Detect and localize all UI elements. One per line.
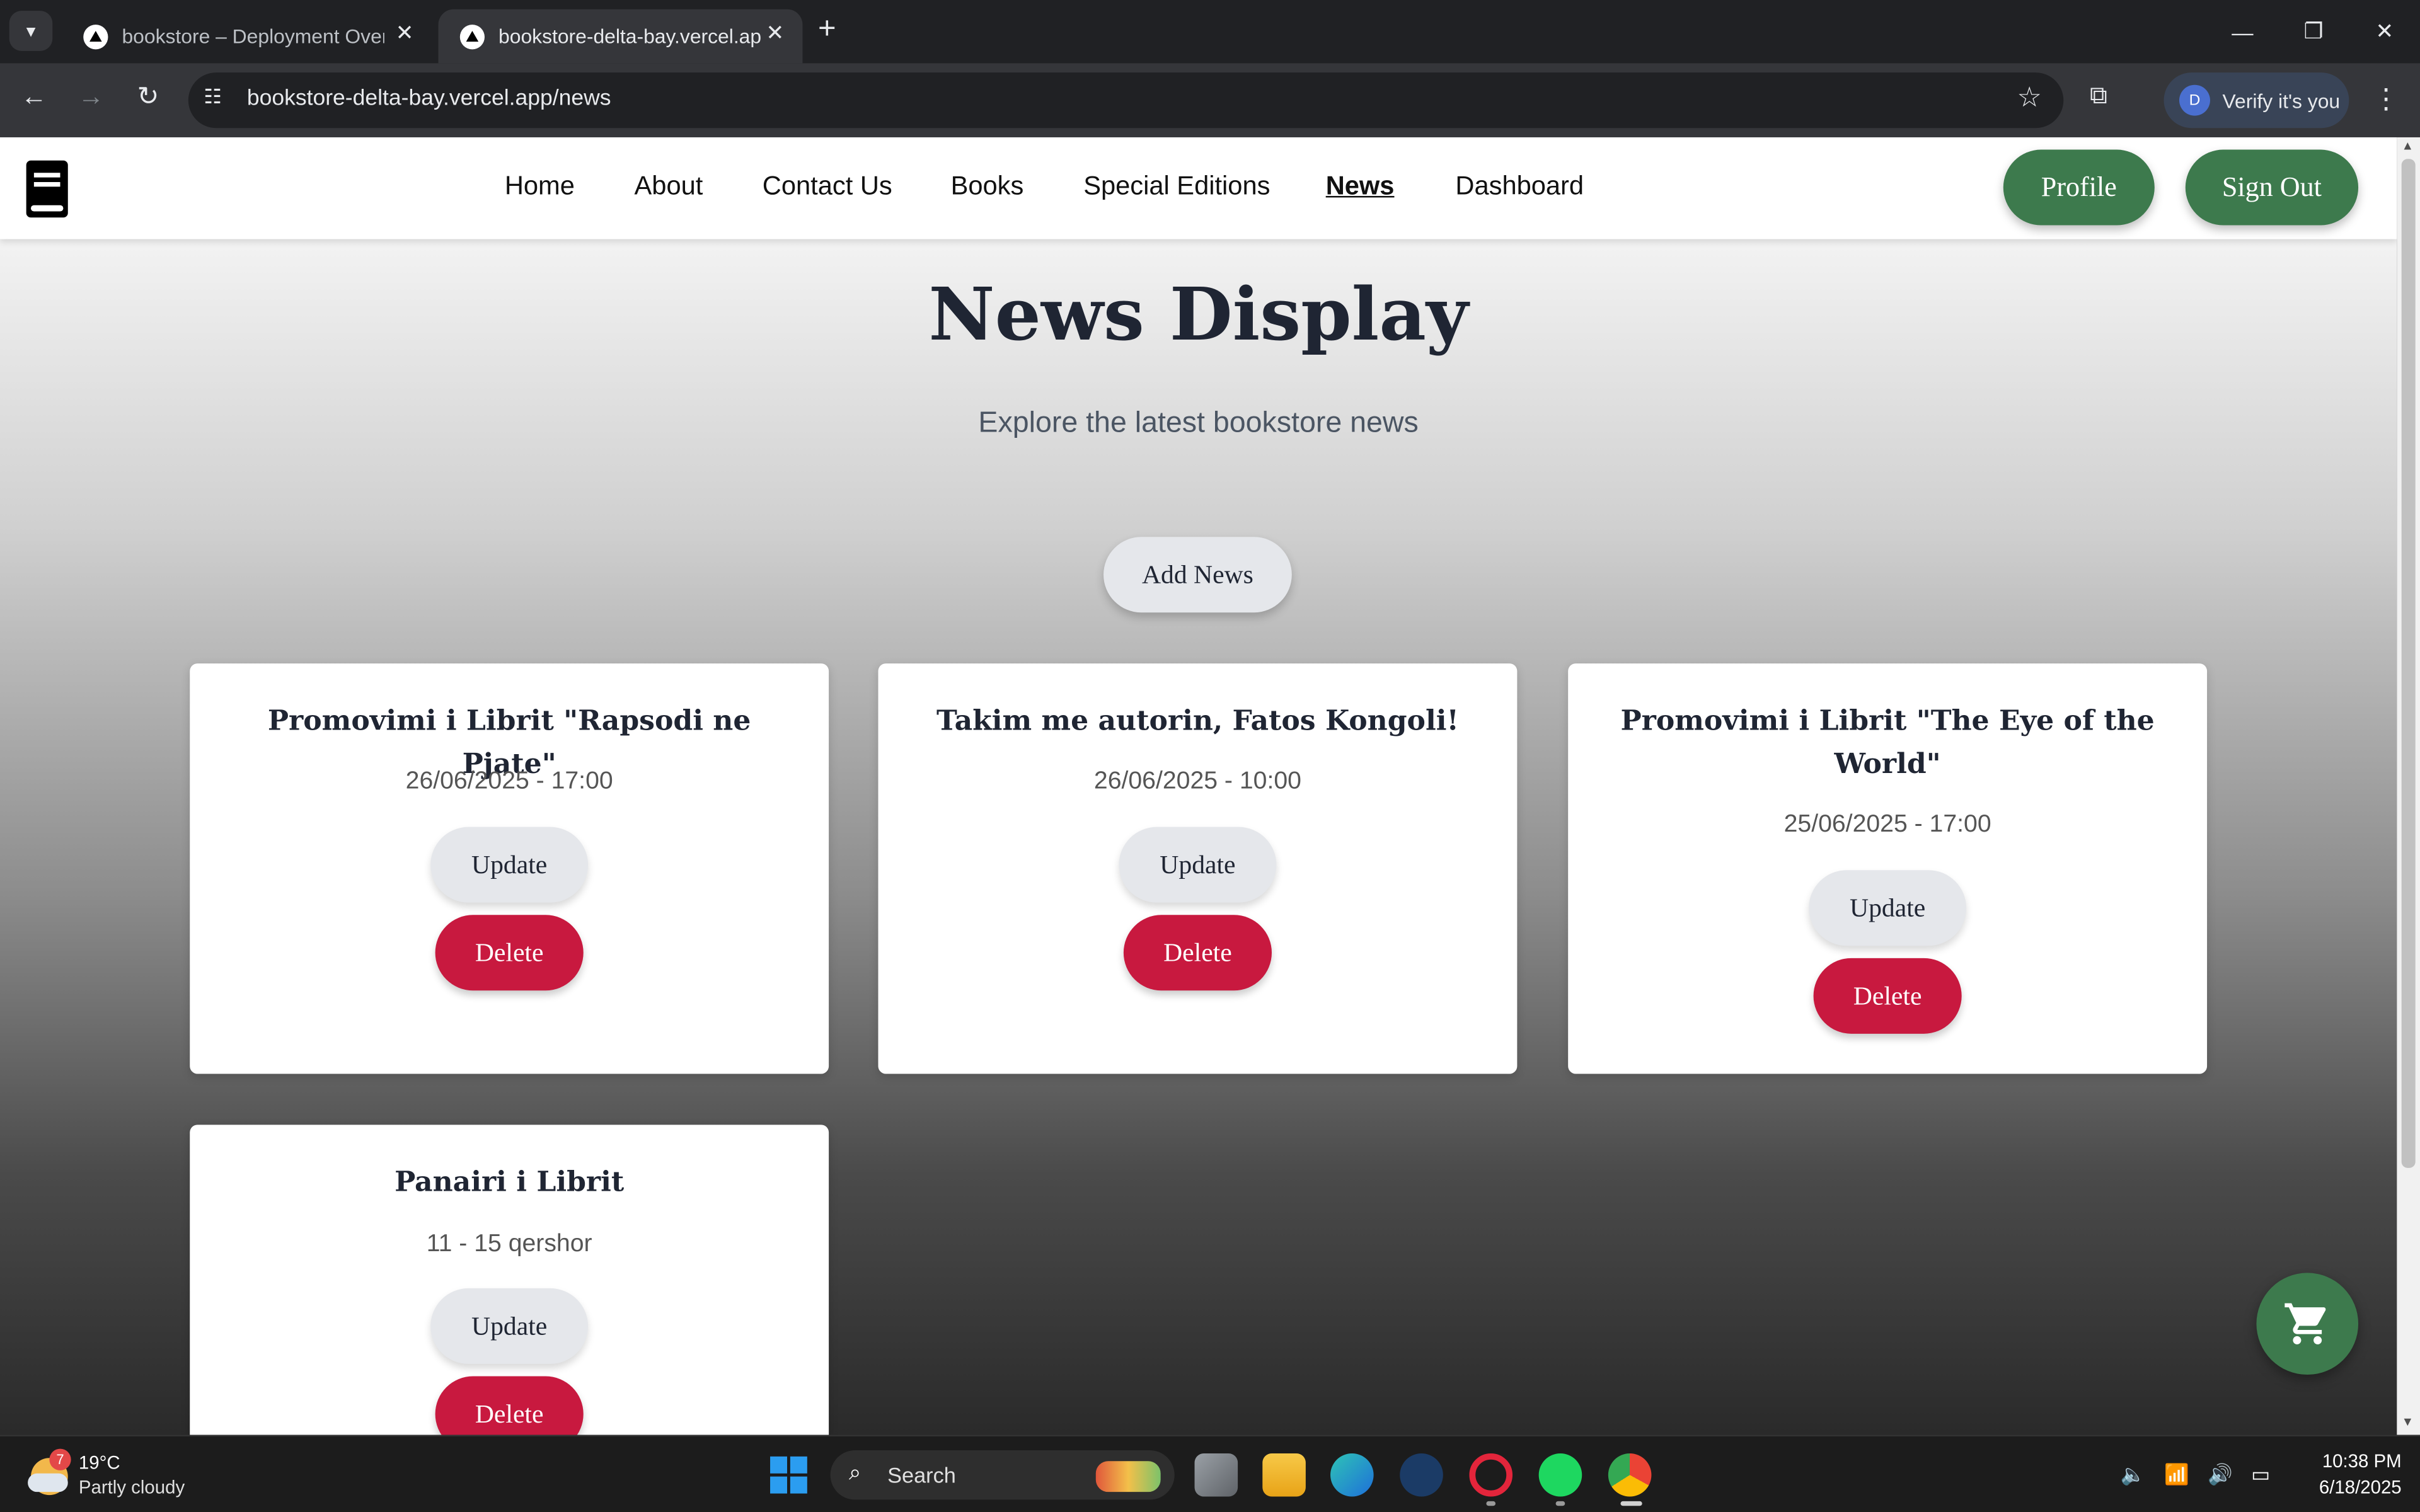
- edge-icon[interactable]: [1330, 1453, 1374, 1497]
- speaker-icon[interactable]: 🔈: [2121, 1463, 2146, 1487]
- delete-button[interactable]: Delete: [435, 1376, 584, 1435]
- vercel-favicon-icon: [459, 23, 485, 49]
- search-highlight-icon: [1095, 1461, 1161, 1492]
- weather-desc: Partly cloudy: [78, 1476, 185, 1498]
- active-indicator: [1620, 1501, 1642, 1506]
- site-navbar: Home About Contact Us Books Special Edit…: [0, 137, 2397, 239]
- browser-toolbar: ← → ↻ ☷ bookstore-delta-bay.vercel.app/n…: [0, 63, 2420, 137]
- steam-icon[interactable]: [1400, 1453, 1443, 1497]
- nav-news-link[interactable]: News: [1326, 171, 1395, 202]
- screen: ▾ bookstore – Deployment Overview ✕ book…: [0, 0, 2420, 1512]
- restore-icon[interactable]: ❐: [2278, 0, 2349, 63]
- system-tray: 🔈 📶 🔊 ▭: [2121, 1463, 2270, 1487]
- tab-deployment-overview[interactable]: bookstore – Deployment Overview ✕: [62, 9, 432, 64]
- update-button[interactable]: Update: [1119, 827, 1277, 903]
- add-news-button[interactable]: Add News: [1103, 537, 1292, 613]
- browser-tab-strip: ▾ bookstore – Deployment Overview ✕ book…: [0, 0, 2420, 64]
- window-controls: — ❐ ✕: [2207, 0, 2420, 63]
- site-info-icon[interactable]: ☷: [204, 85, 222, 110]
- news-card: Promovimi i Librit "The Eye of the World…: [1568, 663, 2208, 1074]
- scroll-down-icon[interactable]: ▼: [2402, 1415, 2414, 1429]
- news-date: 11 - 15 qershor: [426, 1231, 592, 1257]
- delete-button[interactable]: Delete: [1123, 915, 1272, 991]
- shopping-cart-icon: [2285, 1303, 2326, 1344]
- taskbar-search[interactable]: ⌕ Search: [830, 1450, 1175, 1500]
- volume-icon[interactable]: 🔊: [2208, 1463, 2233, 1487]
- weather-widget[interactable]: 7 19°C Partly cloudy: [28, 1448, 197, 1504]
- page-subtitle: Explore the latest bookstore news: [978, 407, 1419, 440]
- update-button[interactable]: Update: [430, 1288, 589, 1364]
- task-view-icon[interactable]: [1194, 1453, 1238, 1497]
- nav-books-link[interactable]: Books: [951, 171, 1024, 202]
- tab-search-button[interactable]: ▾: [9, 11, 53, 51]
- verify-label: Verify it's you: [2222, 88, 2341, 112]
- nav-about-link[interactable]: About: [635, 171, 703, 202]
- wifi-icon[interactable]: 📶: [2164, 1463, 2189, 1487]
- close-icon[interactable]: ✕: [396, 20, 414, 47]
- weather-temp: 19°C: [78, 1452, 120, 1474]
- new-tab-icon[interactable]: +: [818, 13, 836, 48]
- windows-taskbar: 7 19°C Partly cloudy ⌕ Search 🔈 📶 🔊 ▭ 10…: [0, 1435, 2420, 1512]
- windows-start-icon[interactable]: [770, 1456, 807, 1494]
- search-label: Search: [887, 1462, 956, 1487]
- tab-title: bookstore – Deployment Overview: [122, 25, 384, 48]
- file-explorer-icon[interactable]: [1262, 1453, 1306, 1497]
- sign-out-button[interactable]: Sign Out: [2185, 149, 2359, 226]
- bookmark-star-icon[interactable]: ☆: [2017, 82, 2042, 114]
- tab-news[interactable]: bookstore-delta-bay.vercel.app/news ✕: [438, 9, 803, 64]
- search-icon: ⌕: [848, 1459, 861, 1484]
- running-indicator: [1486, 1501, 1496, 1506]
- cloud-icon: [28, 1473, 68, 1492]
- extensions-icon[interactable]: ⧉: [2090, 83, 2107, 111]
- reload-icon[interactable]: ↻: [130, 82, 167, 113]
- update-button[interactable]: Update: [1809, 870, 1967, 946]
- news-title: Panairi i Librit: [395, 1166, 625, 1199]
- page-viewport: Home About Contact Us Books Special Edit…: [0, 137, 2397, 1435]
- verify-profile-button[interactable]: D Verify it's you: [2164, 72, 2349, 129]
- tab-title: bookstore-delta-bay.vercel.app/news: [498, 25, 761, 48]
- avatar: D: [2179, 84, 2210, 116]
- nav-dashboard-link[interactable]: Dashboard: [1455, 171, 1584, 202]
- news-title: Promovimi i Librit "The Eye of the World…: [1620, 705, 2155, 781]
- more-menu-icon[interactable]: ⋮: [2372, 83, 2400, 115]
- news-card: Takim me autorin, Fatos Kongoli! 26/06/2…: [878, 663, 1518, 1074]
- vercel-favicon-icon: [83, 23, 108, 49]
- cart-button[interactable]: [2256, 1273, 2359, 1375]
- page-title: News Display: [928, 273, 1468, 358]
- close-window-icon[interactable]: ✕: [2349, 0, 2420, 63]
- delete-button[interactable]: Delete: [435, 915, 584, 991]
- news-date: 25/06/2025 - 17:00: [1783, 811, 1991, 838]
- nav-contact-link[interactable]: Contact Us: [763, 171, 892, 202]
- clock-time: 10:38 PM: [2322, 1450, 2402, 1472]
- spotify-icon[interactable]: [1538, 1453, 1582, 1497]
- scrollbar-thumb[interactable]: [2401, 159, 2416, 1168]
- delete-button[interactable]: Delete: [1813, 958, 1962, 1034]
- url-text[interactable]: bookstore-delta-bay.vercel.app/news: [247, 86, 611, 111]
- weather-badge: 7: [49, 1448, 71, 1470]
- forward-icon[interactable]: →: [72, 82, 110, 113]
- scroll-up-icon[interactable]: ▲: [2402, 139, 2414, 152]
- news-card: Panairi i Librit 11 - 15 qershor Update …: [190, 1125, 829, 1435]
- clock-date: 6/18/2025: [2319, 1476, 2402, 1498]
- news-date: 26/06/2025 - 10:00: [1093, 768, 1301, 795]
- running-indicator: [1555, 1501, 1565, 1506]
- address-bar[interactable]: ☷ bookstore-delta-bay.vercel.app/news ☆: [188, 72, 2064, 129]
- page-scrollbar[interactable]: ▲ ▼: [2397, 137, 2420, 1435]
- news-card: Promovimi i Librit "Rapsodi ne Pjate" 26…: [190, 663, 829, 1074]
- battery-icon[interactable]: ▭: [2251, 1463, 2270, 1487]
- news-date: 26/06/2025 - 17:00: [405, 768, 613, 795]
- news-title: Takim me autorin, Fatos Kongoli!: [936, 705, 1459, 738]
- close-icon[interactable]: ✕: [766, 20, 784, 47]
- chrome-icon[interactable]: [1608, 1453, 1652, 1497]
- profile-button[interactable]: Profile: [2003, 149, 2155, 226]
- taskbar-clock[interactable]: 10:38 PM 6/18/2025: [2285, 1449, 2402, 1501]
- minimize-icon[interactable]: —: [2207, 0, 2278, 63]
- back-icon[interactable]: ←: [15, 82, 52, 113]
- nav-special-editions-link[interactable]: Special Editions: [1083, 171, 1270, 202]
- opera-icon[interactable]: [1469, 1453, 1513, 1497]
- update-button[interactable]: Update: [430, 827, 589, 903]
- nav-home-link[interactable]: Home: [505, 171, 575, 202]
